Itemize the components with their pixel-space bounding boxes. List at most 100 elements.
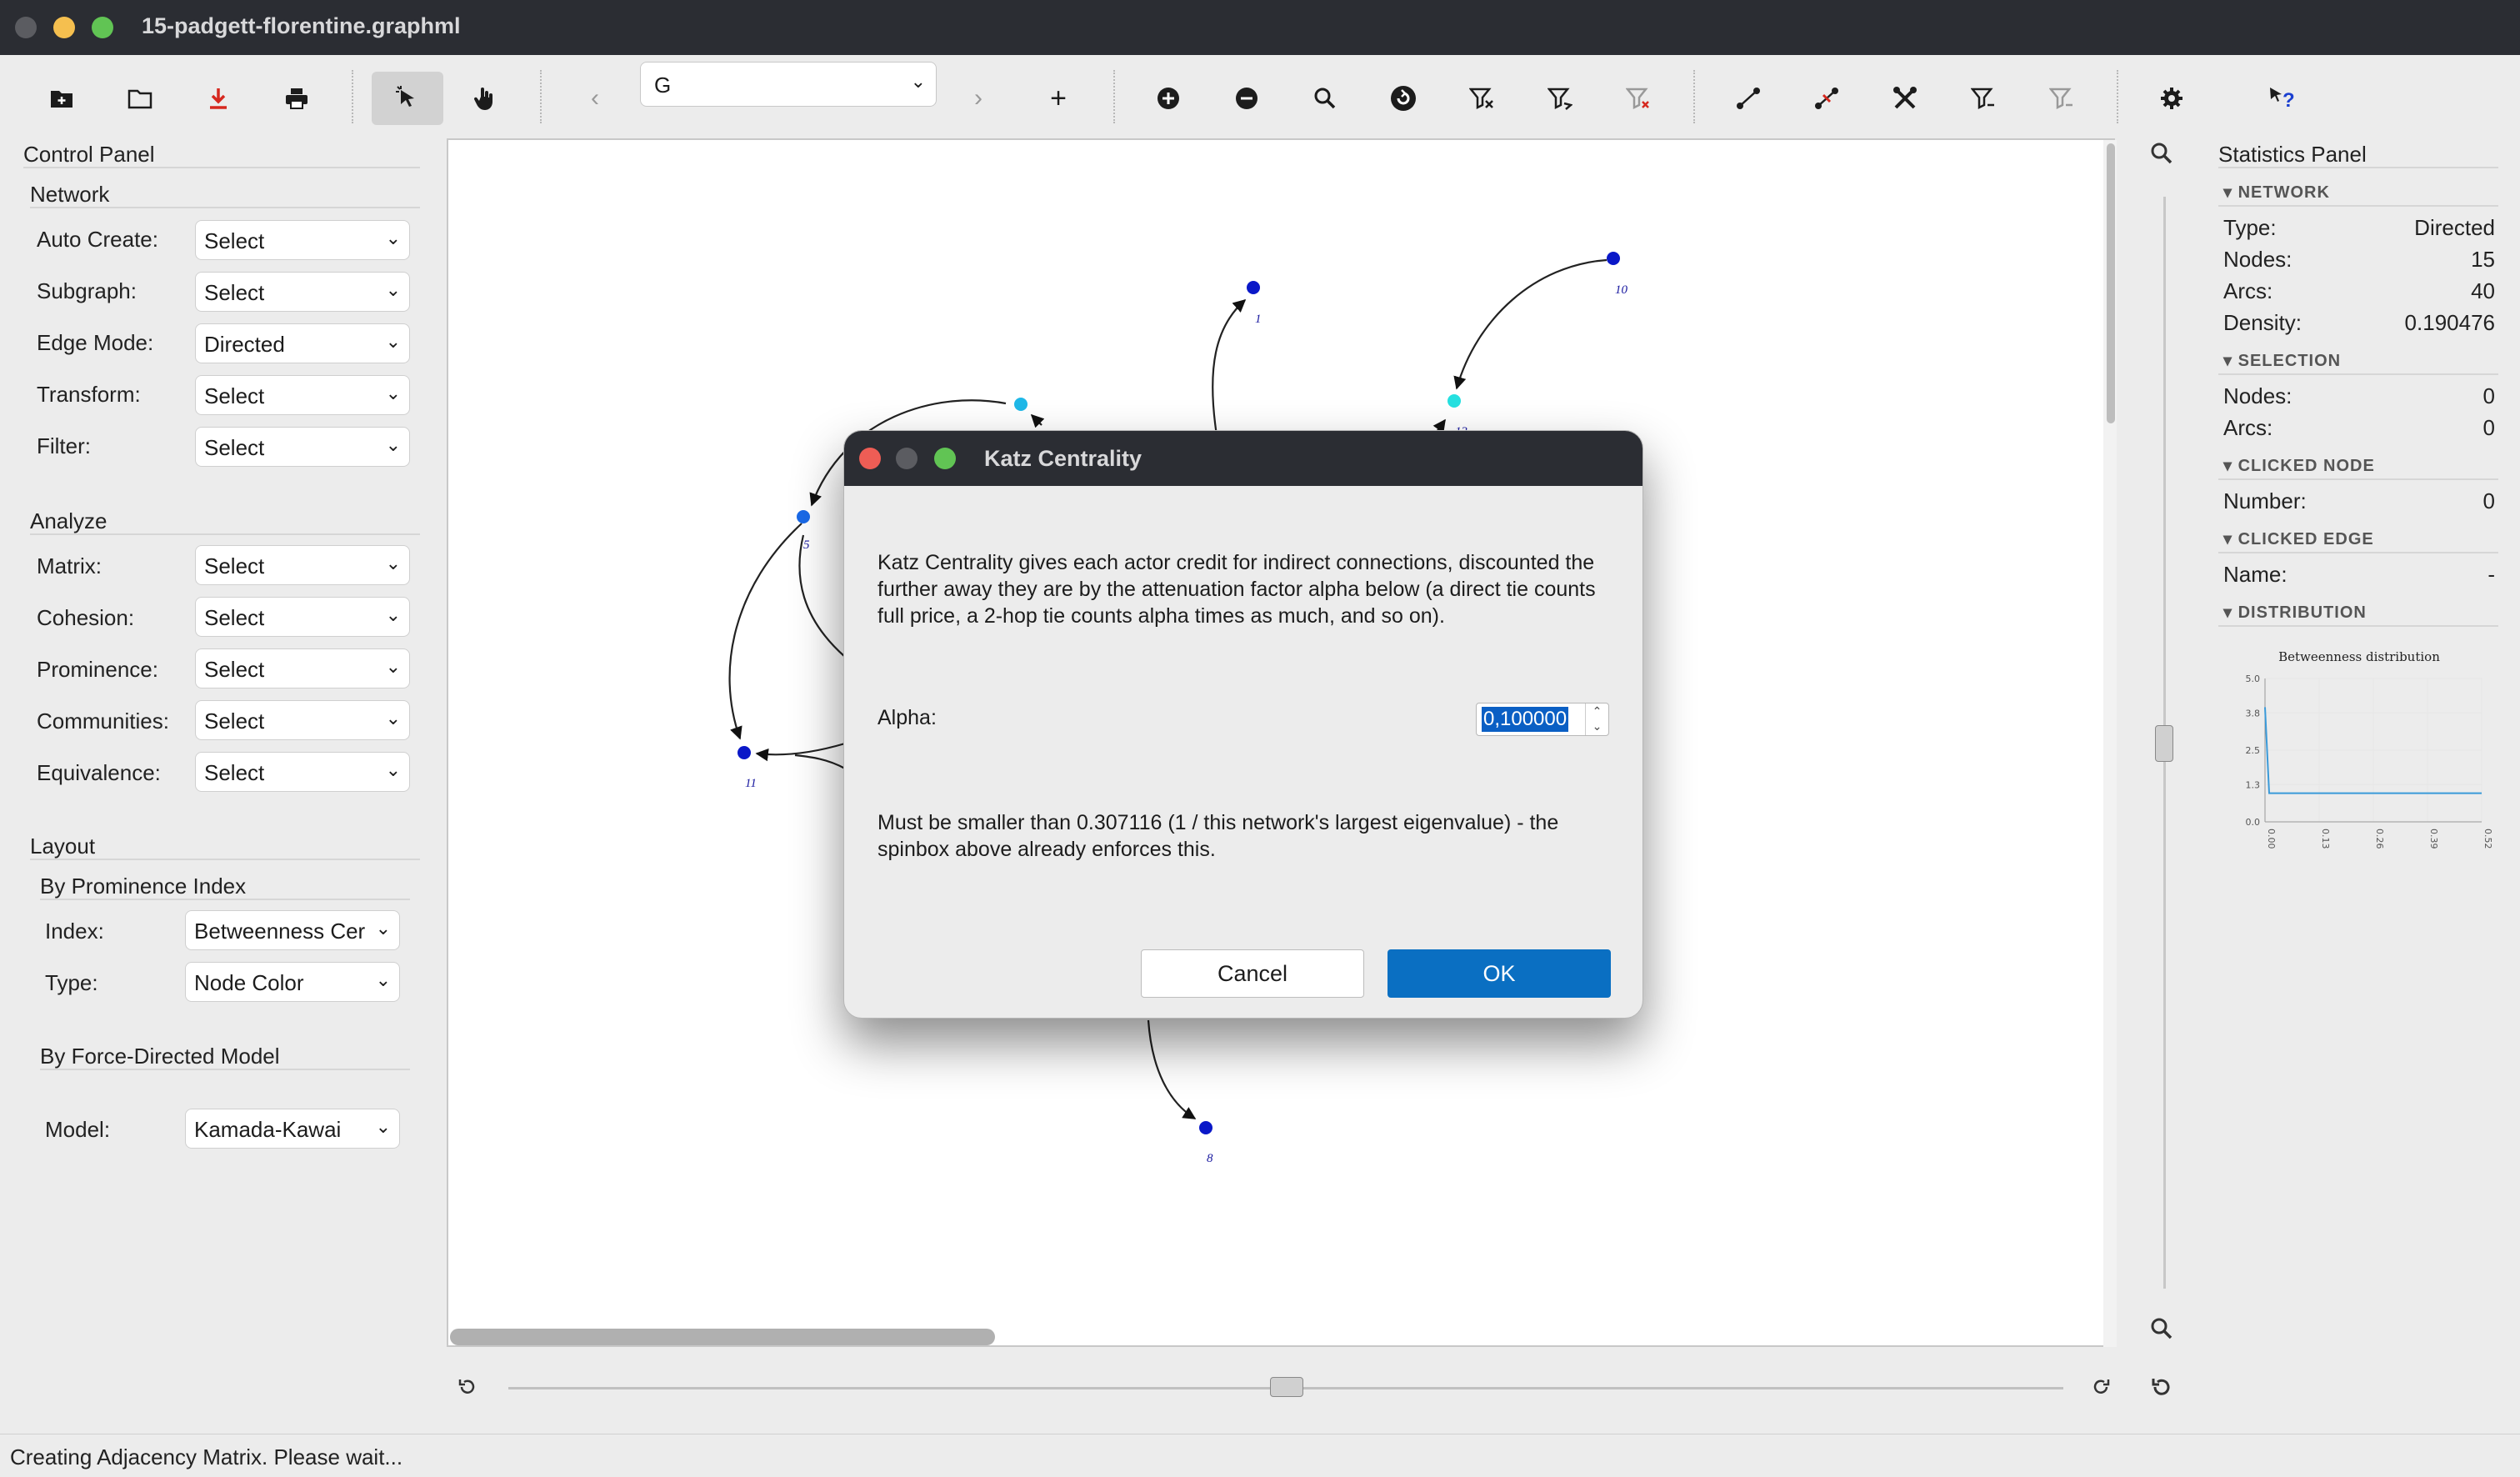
remove-edge-icon[interactable] — [1808, 82, 1845, 115]
force-layout-title: By Force-Directed Model — [40, 1044, 280, 1069]
print-icon[interactable] — [278, 82, 315, 115]
graph-node[interactable] — [797, 510, 810, 523]
canvas-vertical-scroll-thumb[interactable] — [2107, 143, 2115, 423]
graph-edge[interactable] — [728, 523, 802, 740]
zoom-in-icon[interactable] — [1150, 82, 1187, 115]
communities-select[interactable]: Select ⌄ — [195, 700, 410, 740]
clicked-edge-name-value: - — [2488, 562, 2495, 587]
rotate-right-icon[interactable] — [2090, 1375, 2113, 1404]
network-stats-title: ▾ NETWORK — [2223, 183, 2330, 202]
index-label: Index: — [45, 919, 104, 944]
spinbox-arrows[interactable]: ⌃ ⌄ — [1585, 703, 1608, 735]
graph-select[interactable]: G ⌄ — [640, 62, 937, 107]
prominence-value: Select — [204, 657, 265, 682]
graph-node[interactable] — [1448, 394, 1461, 408]
graph-edge[interactable] — [1147, 1019, 1197, 1119]
save-icon[interactable] — [200, 82, 237, 115]
density-stat-value: 0.190476 — [2404, 310, 2495, 335]
auto-create-select[interactable]: Select ⌄ — [195, 220, 410, 260]
filter-node-icon[interactable] — [1463, 82, 1500, 115]
graph-node[interactable] — [1199, 1121, 1212, 1134]
window-title: 15-padgett-florentine.graphml — [142, 13, 461, 38]
search-icon[interactable] — [1307, 82, 1343, 115]
rotate-left-icon[interactable] — [455, 1375, 478, 1404]
graph-edge[interactable] — [755, 742, 846, 762]
add-edge-icon[interactable] — [1730, 82, 1767, 115]
selected-arcs-value: 0 — [2482, 415, 2495, 440]
edge-mode-select[interactable]: Directed ⌄ — [195, 323, 410, 363]
maximize-window-button[interactable] — [92, 17, 113, 38]
model-select[interactable]: Kamada-Kawai ⌄ — [185, 1109, 400, 1149]
selected-nodes-value: 0 — [2482, 383, 2495, 408]
reset-view-icon[interactable] — [2150, 1375, 2173, 1404]
transform-value: Select — [204, 383, 265, 408]
betweenness-distribution-chart: Betweenness distribution 0.0 1.3 2.5 3.8 5.0… — [2246, 649, 2492, 849]
filter-2-icon[interactable] — [1965, 82, 2002, 115]
nodes-stat-label: Nodes: — [2223, 247, 2292, 272]
graph-edge[interactable] — [794, 754, 846, 769]
transform-select[interactable]: Select ⌄ — [195, 375, 410, 415]
canvas-horizontal-scroll-thumb[interactable] — [450, 1329, 995, 1345]
minimize-window-button[interactable] — [53, 17, 75, 38]
communities-label: Communities: — [37, 708, 169, 733]
alpha-spinbox[interactable]: 0,100000 ⌃ ⌄ — [1476, 703, 1609, 736]
graph-node[interactable] — [1014, 398, 1028, 411]
ok-button[interactable]: OK — [1388, 949, 1611, 998]
index-select[interactable]: Betweenness Cer ⌄ — [185, 910, 400, 950]
zoom-out-icon[interactable] — [1228, 82, 1265, 115]
cohesion-select[interactable]: Select ⌄ — [195, 597, 410, 637]
dialog-maximize-button[interactable] — [934, 448, 956, 469]
select-cursor-icon[interactable] — [372, 72, 443, 125]
graph-edge[interactable] — [1030, 413, 1045, 428]
graph-node[interactable] — [738, 746, 751, 759]
cancel-button[interactable]: Cancel — [1141, 949, 1364, 998]
zoom-in-icon[interactable] — [2150, 142, 2173, 171]
graph-node-label: 1 — [1255, 313, 1262, 326]
graph-node[interactable] — [1247, 281, 1260, 294]
zoom-slider-handle[interactable] — [2155, 725, 2173, 762]
dialog-close-button[interactable] — [859, 448, 881, 469]
distribution-title: ▾ DISTRIBUTION — [2223, 603, 2367, 622]
settings-icon[interactable] — [2153, 82, 2190, 115]
prominence-select[interactable]: Select ⌄ — [195, 648, 410, 688]
alpha-value[interactable]: 0,100000 — [1482, 707, 1569, 732]
tools-icon[interactable] — [1887, 82, 1923, 115]
hand-pointer-icon[interactable] — [467, 82, 503, 115]
chart-ytick-label: 3.8 — [2246, 708, 2261, 718]
cohesion-value: Select — [204, 605, 265, 630]
rotation-slider-handle[interactable] — [1270, 1377, 1303, 1397]
spin-down-icon[interactable]: ⌄ — [1586, 718, 1608, 733]
filter-select[interactable]: Select ⌄ — [195, 427, 410, 467]
open-folder-icon[interactable] — [122, 82, 158, 115]
network-stats-title-text: NETWORK — [2238, 183, 2330, 202]
dialog-description: Katz Centrality gives each actor credit … — [878, 551, 1596, 628]
chart-ytick-label: 0.0 — [2246, 817, 2261, 828]
matrix-select[interactable]: Select ⌄ — [195, 545, 410, 585]
clicked-node-number-label: Number: — [2223, 488, 2307, 513]
graph-node-label: 11 — [745, 777, 757, 790]
forward-arrow-icon[interactable]: › — [960, 82, 997, 115]
rotate-icon[interactable] — [1385, 82, 1422, 115]
filter-3-icon[interactable] — [2043, 82, 2080, 115]
graph-edge[interactable] — [798, 534, 846, 658]
status-bar: Creating Adjacency Matrix. Please wait..… — [0, 1434, 2520, 1477]
new-file-icon[interactable] — [43, 82, 80, 115]
subgraph-select[interactable]: Select ⌄ — [195, 272, 410, 312]
graph-select-value: G — [654, 73, 672, 98]
type-select[interactable]: Node Color ⌄ — [185, 962, 400, 1002]
spin-up-icon[interactable]: ⌃ — [1586, 703, 1608, 718]
graph-edge[interactable] — [1212, 298, 1247, 436]
add-icon[interactable]: + — [1040, 82, 1077, 115]
back-arrow-icon[interactable]: ‹ — [577, 82, 613, 115]
zoom-out-icon[interactable] — [2150, 1317, 2173, 1346]
type-value: Node Color — [194, 970, 304, 995]
chevron-down-icon: ⌄ — [385, 553, 401, 574]
equivalence-select[interactable]: Select ⌄ — [195, 752, 410, 792]
filter-edge-icon[interactable] — [1542, 82, 1578, 115]
help-icon[interactable]: ? — [2263, 82, 2300, 115]
close-window-button[interactable] — [15, 17, 37, 38]
graph-node[interactable] — [1607, 252, 1620, 265]
graph-edge[interactable] — [1453, 258, 1608, 390]
dialog-minimize-button[interactable] — [896, 448, 918, 469]
filter-disabled-icon[interactable] — [1620, 82, 1657, 115]
